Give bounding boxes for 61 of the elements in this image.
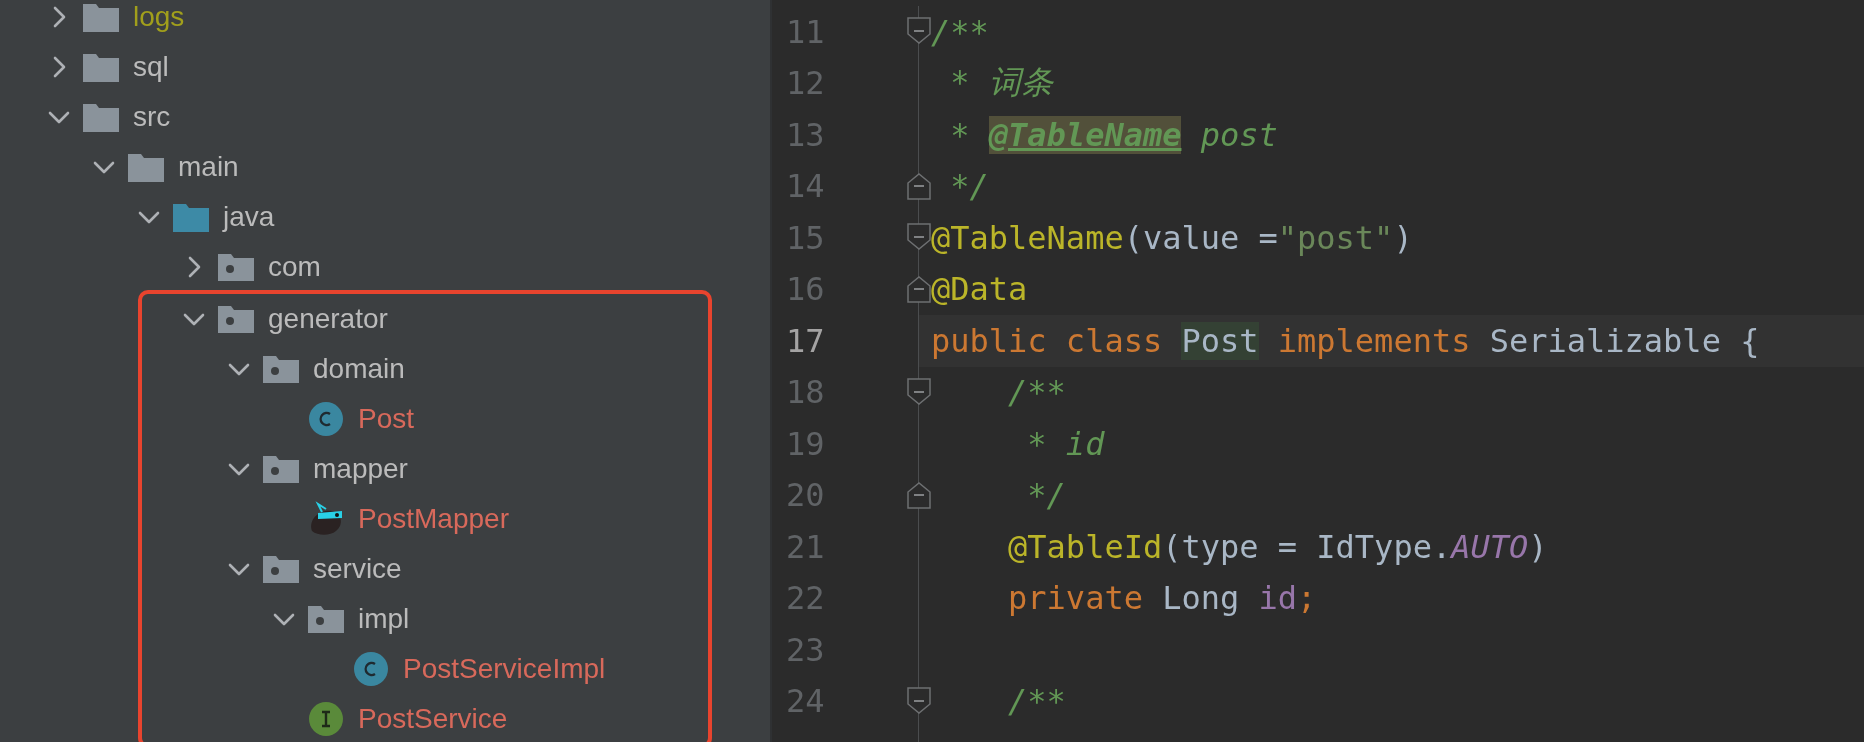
package-folder-icon — [263, 555, 299, 583]
fold-marker-icon[interactable] — [907, 17, 931, 45]
fold-marker-icon[interactable] — [907, 223, 931, 251]
tree-item-label[interactable]: PostServiceImpl — [401, 653, 606, 685]
code-line: @TableName(value ="post") — [931, 217, 1414, 259]
tree-item-label[interactable]: logs — [131, 1, 185, 33]
line-number: 14 — [786, 166, 826, 208]
line-number: 19 — [786, 423, 826, 465]
tree-item-label[interactable]: src — [131, 101, 171, 133]
line-number: 13 — [786, 114, 826, 156]
tree-item-label[interactable]: mapper — [311, 453, 408, 485]
code-line: private Long id; — [1007, 578, 1318, 620]
tree-item-label[interactable]: impl — [356, 603, 410, 635]
package-folder-icon — [263, 355, 299, 383]
folder-icon — [128, 152, 164, 182]
folder-icon — [83, 102, 119, 132]
fold-marker-icon[interactable] — [907, 171, 931, 200]
class-icon — [309, 402, 343, 436]
fold-marker-icon[interactable] — [907, 686, 931, 715]
code-line: * id — [1026, 423, 1106, 465]
package-folder-icon — [218, 305, 254, 333]
line-number: 15 — [786, 217, 826, 259]
line-number: 24 — [786, 681, 826, 723]
tree-item-label[interactable]: Post — [356, 403, 415, 435]
code-line: /** — [931, 11, 990, 53]
package-folder-icon — [218, 253, 254, 281]
line-number: 12 — [786, 63, 826, 105]
interface-icon — [309, 702, 343, 736]
code-line: /** — [1007, 681, 1067, 723]
tree-item-label[interactable]: main — [176, 151, 239, 183]
tree-item-label[interactable]: PostService — [356, 703, 508, 735]
tree-item-label[interactable]: com — [266, 251, 321, 283]
code-line: @TableId(type = IdType.AUTO) — [1007, 526, 1549, 568]
fold-marker-icon[interactable] — [907, 377, 931, 406]
code-line: /** — [1007, 372, 1067, 414]
code-line: */ — [949, 166, 990, 208]
code-line: * 词条 — [949, 62, 1055, 104]
line-number: 11 — [786, 11, 826, 53]
tree-item-label[interactable]: java — [221, 201, 275, 233]
package-folder-icon — [308, 605, 344, 633]
code-line: @Data — [931, 269, 1029, 311]
fold-marker-icon[interactable] — [907, 274, 931, 303]
line-number: 20 — [786, 475, 826, 517]
folder-icon — [83, 2, 119, 32]
folder-icon — [83, 52, 119, 82]
class-icon — [354, 652, 388, 686]
tree-item-label[interactable]: generator — [266, 303, 388, 335]
line-number: 18 — [786, 372, 826, 414]
line-number: 16 — [786, 269, 826, 311]
line-number: 22 — [786, 578, 826, 620]
tree-item-label[interactable]: service — [311, 553, 402, 585]
line-number: 21 — [786, 526, 826, 568]
package-folder-icon — [263, 455, 299, 483]
folder-icon — [173, 202, 209, 232]
code-line: */ — [1026, 475, 1067, 517]
fold-marker-icon[interactable] — [907, 480, 931, 509]
tree-item-label[interactable]: domain — [311, 353, 405, 385]
line-number: 17 — [786, 320, 826, 362]
line-number: 23 — [786, 629, 826, 671]
tree-item-label[interactable]: sql — [131, 51, 169, 83]
tree-item-label[interactable]: PostMapper — [356, 503, 509, 535]
